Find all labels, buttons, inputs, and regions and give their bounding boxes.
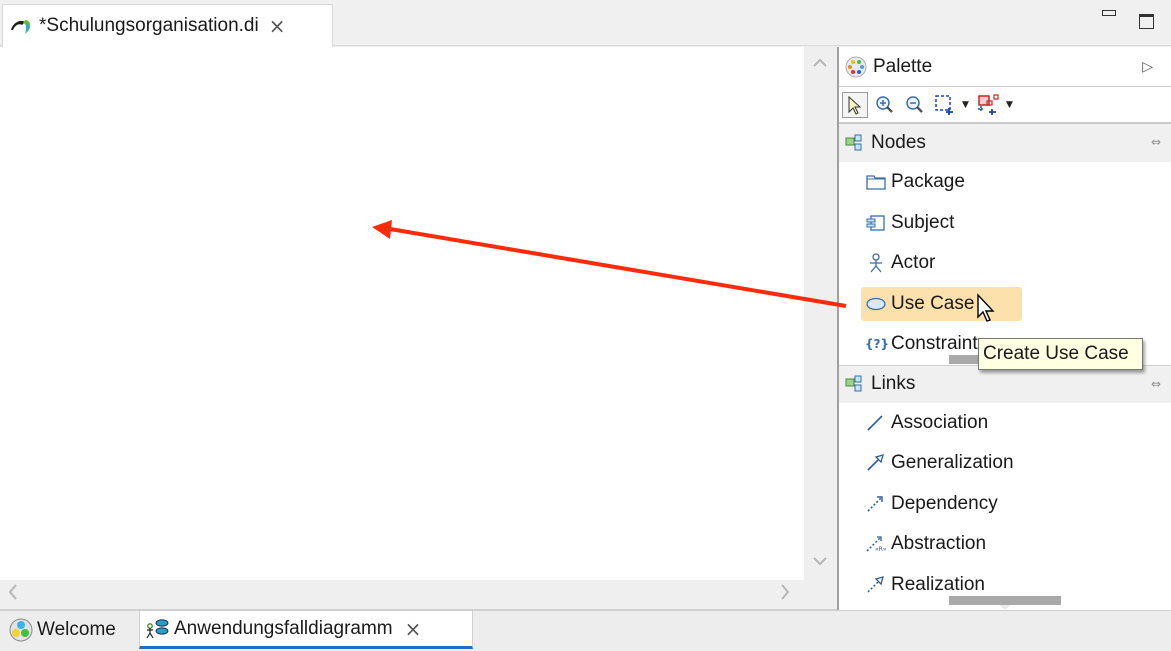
palette-entry-actor[interactable]: Actor	[839, 243, 1171, 284]
drawer-links-label: Links	[871, 373, 916, 394]
scroll-down-small-icon	[1000, 604, 1010, 610]
scroll-left-icon[interactable]	[8, 583, 18, 606]
editor-tab-bar: *Schulungsorganisation.di ×	[0, 0, 1171, 47]
palette-title: Palette	[873, 55, 933, 77]
drawer-links[interactable]: Links ⇔	[839, 364, 1171, 403]
palette-entry-package[interactable]: Package	[839, 162, 1171, 203]
palette-entry-realization[interactable]: Realization	[839, 565, 1171, 610]
palette-entry-dependency[interactable]: Dependency	[839, 484, 1171, 525]
palette-entry-label: Dependency	[891, 492, 998, 514]
papyrus-model-icon	[11, 20, 31, 34]
tab-welcome[interactable]: Welcome	[3, 611, 138, 649]
zoom-out-icon	[906, 95, 923, 113]
connection-dropdown-icon[interactable]: ▼	[1006, 100, 1016, 110]
tooltip: Create Use Case	[978, 338, 1143, 370]
zoom-in-icon	[876, 95, 893, 113]
pointer-icon	[848, 95, 862, 115]
dependency-icon	[867, 496, 883, 512]
package-icon	[866, 175, 886, 190]
constraint-icon: {?}	[865, 337, 890, 352]
diagram-canvas[interactable]	[0, 47, 804, 580]
svg-text:«R»: «R»	[875, 546, 887, 553]
collapse-palette-icon[interactable]: ▷	[1142, 59, 1153, 75]
palette-header: Palette ▷	[839, 47, 1171, 87]
palette-entry-abstraction[interactable]: «R» Abstraction	[839, 524, 1171, 565]
use-case-diagram-icon	[146, 618, 169, 638]
welcome-icon	[9, 618, 33, 642]
actor-icon	[870, 253, 882, 273]
palette-entry-label: Generalization	[891, 452, 1014, 474]
association-icon	[867, 415, 883, 431]
close-tab-icon[interactable]: ×	[269, 14, 286, 38]
palette-entry-label: Realization	[891, 573, 985, 595]
palette-entry-label: Actor	[891, 252, 936, 274]
zoom-out-tool[interactable]	[902, 92, 928, 118]
marquee-icon	[935, 94, 953, 115]
generalization-icon	[867, 454, 884, 471]
palette-panel: Palette ▷ ▼ ▼ Nodes ⇔ Package Subject Ac…	[837, 47, 1171, 610]
editor-tab-schulungsorganisation[interactable]: *Schulungsorganisation.di ×	[2, 4, 333, 47]
connection-marquee-icon	[978, 93, 999, 115]
drawer-nodes[interactable]: Nodes ⇔	[839, 124, 1171, 162]
tab-welcome-label: Welcome	[37, 619, 116, 640]
nodes-drawer-icon	[845, 134, 862, 151]
palette-toolbar: ▼ ▼	[839, 87, 1171, 124]
scroll-right-icon[interactable]	[780, 583, 790, 606]
close-tab-icon[interactable]: ×	[405, 617, 422, 641]
connection-marquee-tool[interactable]	[976, 92, 1002, 118]
editor-tab-label: *Schulungsorganisation.di	[39, 15, 259, 36]
use-case-icon	[866, 297, 886, 310]
palette-entry-subject[interactable]: Subject	[839, 203, 1171, 244]
scroll-down-icon[interactable]	[812, 551, 828, 570]
palette-entry-association[interactable]: Association	[839, 403, 1171, 444]
marquee-dropdown-icon[interactable]: ▼	[962, 100, 972, 110]
palette-entry-generalization[interactable]: Generalization	[839, 443, 1171, 484]
minimize-icon[interactable]	[1102, 10, 1116, 16]
abstraction-icon: «R»	[866, 536, 887, 553]
realization-icon	[867, 575, 884, 593]
marquee-tool[interactable]	[932, 92, 958, 118]
tab-anwendungsfalldiagramm-label: Anwendungsfalldiagramm	[174, 617, 393, 639]
vertical-scrollbar[interactable]	[804, 47, 837, 580]
maximize-icon[interactable]	[1139, 14, 1154, 29]
palette-entry-label: Subject	[891, 211, 955, 233]
select-tool[interactable]	[842, 91, 868, 118]
palette-entry-label: Association	[891, 411, 989, 433]
links-drawer-scroll-thumb[interactable]	[949, 595, 1061, 610]
links-drawer-icon	[845, 375, 862, 392]
zoom-in-tool[interactable]	[872, 92, 898, 118]
palette-entry-use-case[interactable]: Use Case	[839, 284, 1171, 325]
scroll-up-icon[interactable]	[812, 53, 828, 72]
pin-drawer-icon[interactable]: ⇔	[1151, 135, 1161, 149]
eclipse-papyrus-editor: *Schulungsorganisation.di × Palette ▷ ▼ …	[0, 0, 1171, 651]
palette-entry-label: Package	[891, 171, 965, 193]
palette-entry-label: Constraint	[891, 333, 978, 355]
subject-icon	[866, 215, 885, 231]
palette-entry-label: Abstraction	[891, 533, 987, 555]
pin-drawer-icon[interactable]: ⇔	[1151, 377, 1161, 391]
palette-icon	[845, 56, 867, 77]
drawer-nodes-label: Nodes	[871, 132, 926, 153]
tab-anwendungsfalldiagramm[interactable]: Anwendungsfalldiagramm ×	[139, 611, 473, 649]
palette-entry-label: Use Case	[891, 292, 975, 314]
bottom-tab-bar: Welcome Anwendungsfalldiagramm ×	[0, 610, 1171, 651]
horizontal-scrollbar[interactable]	[0, 580, 837, 610]
